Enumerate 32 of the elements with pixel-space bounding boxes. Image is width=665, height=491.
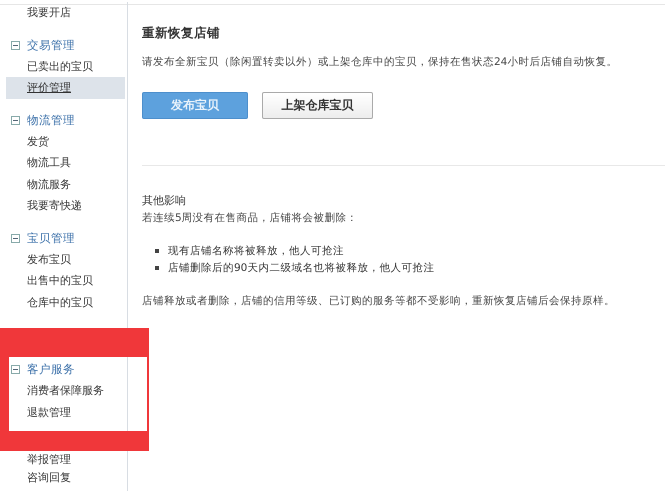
group-title[interactable]: 客户服务: [27, 362, 75, 377]
sidebar-item[interactable]: 咨询回复: [27, 469, 71, 487]
sidebar-item[interactable]: 我要寄快递: [27, 195, 82, 216]
sidebar-item[interactable]: 评价管理: [6, 77, 125, 98]
bullet-icon: [155, 248, 159, 252]
description-text: 请发布全新宝贝（除闲置转卖以外）或上架仓库中的宝贝，保持在售状态24小时后店铺自动恢复。: [142, 55, 618, 69]
sidebar-item[interactable]: 已卖出的宝贝: [27, 56, 93, 77]
collapse-icon[interactable]: [11, 40, 20, 50]
sidebar-item[interactable]: 物流服务: [27, 174, 71, 195]
group-title[interactable]: 交易管理: [27, 38, 75, 52]
sidebar-item[interactable]: 消费者保障服务: [27, 380, 104, 402]
section-title: 其他影响: [142, 193, 187, 208]
group-title[interactable]: 物流管理: [27, 112, 75, 128]
sidebar-item[interactable]: 发布宝贝: [27, 248, 71, 270]
sidebar-item[interactable]: 发货: [27, 130, 49, 152]
collapse-icon[interactable]: [11, 365, 20, 374]
sidebar-item[interactable]: 我要开店: [27, 2, 71, 24]
collapse-icon[interactable]: [11, 116, 20, 124]
bullet-text: 现有店铺名称将被释放，他人可抢注: [168, 244, 344, 258]
sidebar-item[interactable]: 退款管理: [27, 402, 71, 423]
collapse-icon[interactable]: [11, 234, 20, 242]
list-button[interactable]: 上架仓库宝贝: [262, 92, 373, 119]
section-title: 重新恢复店铺: [142, 25, 221, 42]
sidebar-item[interactable]: 物流工具: [27, 152, 71, 174]
bullet-text: 店铺删除后的90天内二级域名也将被释放，他人可抢注: [168, 260, 434, 274]
sidebar-item[interactable]: 举报管理: [27, 451, 71, 469]
sidebar-item[interactable]: 仓库中的宝贝: [27, 292, 93, 313]
group-title[interactable]: 宝贝管理: [27, 230, 75, 246]
sidebar-item[interactable]: 出售中的宝贝: [27, 270, 93, 292]
bullet-icon: [155, 266, 159, 270]
info-text: 店铺释放或者删除，店铺的信用等级、已订购的服务等都不受影响，重新恢复店铺后会保持原样。: [142, 294, 616, 308]
info-text: 若连续5周没有在售商品，店铺将会被删除：: [142, 211, 359, 225]
